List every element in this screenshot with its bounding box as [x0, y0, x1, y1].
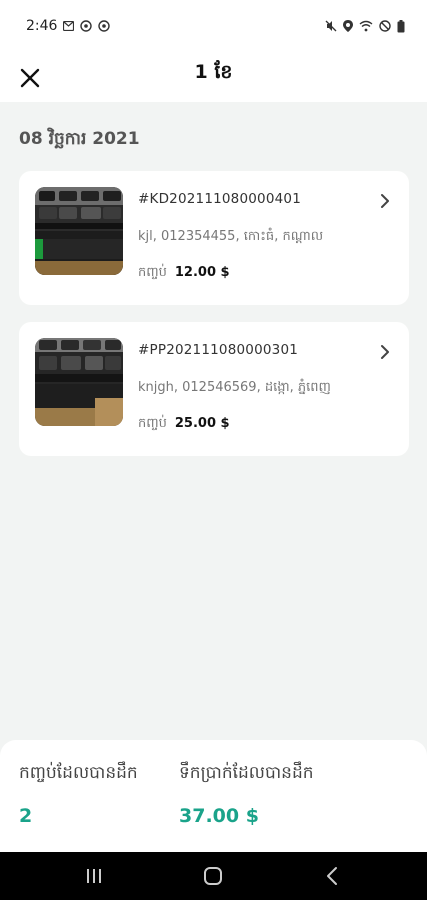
status-time: 2:46: [26, 18, 58, 34]
packages-summary: កញ្ចប់ដែលបានដឹក 2: [19, 762, 138, 827]
order-address: kjl, 012354455, កោះធំ, កណ្តាល: [138, 229, 324, 244]
location-icon: [343, 20, 353, 32]
package-photo: [35, 338, 123, 426]
back-icon[interactable]: [321, 864, 345, 888]
wifi-icon: [359, 20, 373, 32]
price-value: 25.00 $: [174, 416, 230, 431]
price-value: 12.00 $: [174, 265, 230, 280]
home-icon[interactable]: [201, 864, 225, 888]
amount-delivered-value: 37.00 $: [179, 805, 259, 827]
page-title: 1 ខែ: [194, 61, 233, 83]
price-row: កញ្ចប់ 25.00 $: [138, 415, 230, 434]
price-label: កញ្ចប់: [138, 265, 167, 280]
amount-delivered-label: ទឹកប្រាក់ដែលបានដឹក: [179, 763, 314, 783]
mail-icon: [63, 21, 75, 31]
chevron-right-icon: [381, 345, 389, 359]
order-id: #KD202111080000401: [138, 191, 301, 207]
chevron-right-icon: [381, 194, 389, 208]
order-address: knjgh, 012546569, ដង្កោ, ភ្នំពេញ: [138, 380, 331, 395]
data-saver-icon: [98, 20, 111, 32]
mute-icon: [325, 20, 337, 32]
battery-icon: [397, 19, 405, 32]
order-id: #PP202111080000301: [138, 342, 299, 358]
date-header: 08 វិច្ឆការ 2021: [19, 129, 140, 149]
status-right: [325, 19, 405, 33]
status-left: 2:46: [26, 18, 111, 34]
price-row: កញ្ចប់ 12.00 $: [138, 264, 230, 283]
dnd-icon: [379, 20, 391, 32]
delivery-summary: កញ្ចប់ដែលបានដឹក 2 ទឹកប្រាក់ដែលបានដឹក 37.…: [0, 740, 427, 852]
amount-summary: ទឹកប្រាក់ដែលបានដឹក 37.00 $: [179, 762, 314, 827]
packages-delivered-label: កញ្ចប់ដែលបានដឹក: [19, 763, 138, 783]
order-card[interactable]: #KD202111080000401 kjl, 012354455, កោះធំ…: [19, 171, 409, 305]
recents-icon[interactable]: [82, 864, 106, 888]
order-card[interactable]: #PP202111080000301 knjgh, 012546569, ដង្…: [19, 322, 409, 456]
data-saver-icon: [80, 20, 93, 32]
status-bar: 2:46: [0, 0, 427, 52]
packages-delivered-value: 2: [19, 805, 33, 827]
package-photo: [35, 187, 123, 275]
system-nav-bar: [0, 852, 427, 900]
app-header: 1 ខែ: [0, 52, 427, 102]
price-label: កញ្ចប់: [138, 416, 167, 431]
